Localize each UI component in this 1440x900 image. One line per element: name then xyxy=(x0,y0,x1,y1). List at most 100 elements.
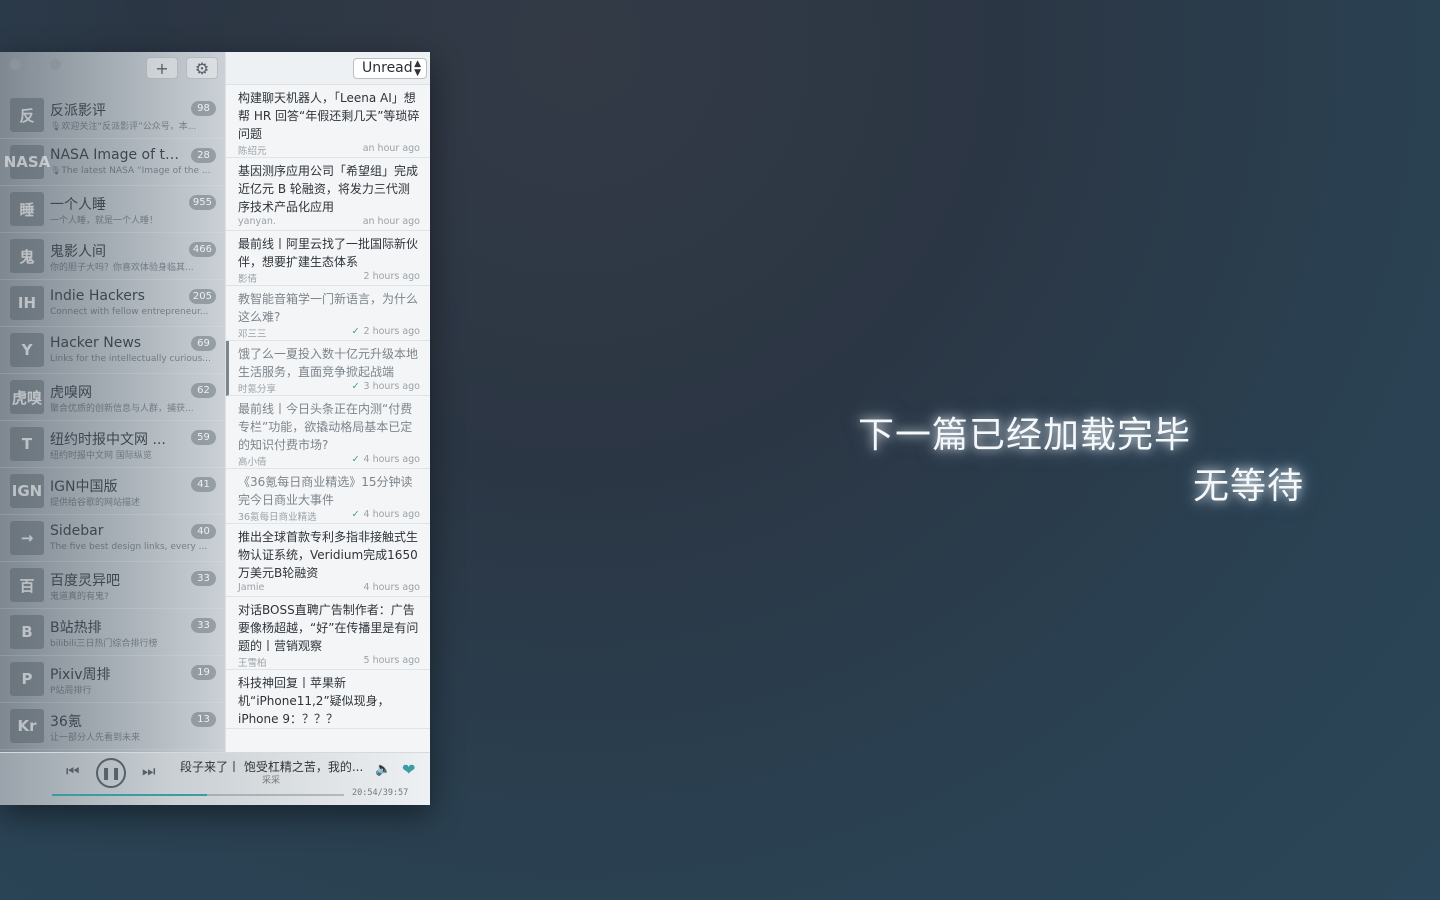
feed-title: Sidebar xyxy=(50,523,104,539)
article-title: 《36氪每日商业精选》15分钟读完今日商业大事件 xyxy=(238,475,413,507)
article-author: 36氪每日商业精选 xyxy=(238,512,317,523)
article-title: 构建聊天机器人，「Leena AI」想帮 HR 回答“年假还剩几天”等琐碎问题 xyxy=(238,91,420,141)
feed-item[interactable]: T 纽约时报中文网 ... 纽约时报中文网 国际纵览 59 xyxy=(0,421,225,468)
feed-item[interactable]: 睡一个人睡 一个人睡，就是一个人睡！ 955 xyxy=(0,186,225,233)
feed-logo-icon: 睡 xyxy=(10,192,44,226)
feed-description: 提供给谷歌的网站描述 xyxy=(50,498,141,508)
reader-window: + ⚙ 反反派影评 🎙欢迎关注“反派影评”公众号，本... 98 NASA NASA I… xyxy=(0,52,430,805)
feed-title: 虎嗅网 xyxy=(50,385,92,401)
filter-select[interactable]: Unread ▲ ▼ xyxy=(353,58,427,79)
pause-button[interactable]: ❚❚ xyxy=(96,758,126,788)
feed-title: 鬼影人间 xyxy=(50,244,106,260)
article-item[interactable]: 基因测序应用公司「希望组」完成近亿元 B 轮融资，将发力三代测序技术产品化应用 y… xyxy=(226,158,430,231)
feed-description: 让一部分人先看到未来 xyxy=(50,733,141,743)
article-item[interactable]: 科技神回复丨苹果新机“iPhone11,2”疑似现身，iPhone 9：？？？ xyxy=(226,670,430,729)
feed-title: 反派影评 xyxy=(50,103,106,119)
unread-count-badge: 33 xyxy=(191,618,216,633)
article-item[interactable]: 饿了么一夏投入数十亿元升级本地生活服务，直面竞争掀起战端 时氪分享 ✓ 3 hours… xyxy=(226,341,430,396)
close-window-button[interactable] xyxy=(10,59,21,70)
article-item[interactable]: 构建聊天机器人，「Leena AI」想帮 HR 回答“年假还剩几天”等琐碎问题陈… xyxy=(226,85,430,158)
feed-item[interactable]: 鬼鬼影人间 你的胆子大吗？你喜欢体验身临其... 466 xyxy=(0,233,225,280)
volume-icon[interactable]: 🔈 xyxy=(375,762,391,777)
tagline-line-1: 下一篇已经加载完毕 xyxy=(858,415,1192,456)
feed-logo-icon: NASA xyxy=(4,145,50,179)
feed-logo-icon: 虎嗅 xyxy=(10,380,44,414)
filter-select-value: Unread xyxy=(362,60,413,76)
feed-description: P站周排行 xyxy=(50,686,92,696)
unread-count-badge: 59 xyxy=(191,430,216,445)
feed-item[interactable]: IH Indie Hackers Connect with fellow entre… xyxy=(0,280,225,327)
settings-button[interactable]: ⚙ xyxy=(186,57,218,79)
article-item[interactable]: 《36氪每日商业精选》15分钟读完今日商业大事件 36氪每日商业精选 ✓ 4 hour… xyxy=(226,469,430,524)
unread-count-badge: 28 xyxy=(191,148,216,163)
feed-item[interactable]: 百百度灵异吧 鬼道真的有鬼? 33 xyxy=(0,562,225,609)
feed-logo-icon: 鬼 xyxy=(10,239,44,273)
feed-logo-icon: 百 xyxy=(10,568,44,602)
article-time: 3 hours ago xyxy=(363,381,420,392)
feed-item[interactable]: Kr 36氪 让一部分人先看到未来 13 xyxy=(0,703,225,750)
feed-item[interactable]: B B站热排 bilibili三日热门综合排行榜 33 xyxy=(0,609,225,656)
feed-logo-icon: B xyxy=(10,615,44,649)
feed-title: Hacker News xyxy=(50,335,142,351)
feed-title: B站热排 xyxy=(50,620,102,636)
feed-description: bilibili三日热门综合排行榜 xyxy=(50,639,158,649)
feed-logo-icon: IH xyxy=(10,286,44,320)
feed-item[interactable]: NASA NASA Image of th... 🎙The latest NASA … xyxy=(0,139,225,186)
article-list-header: Unread ▲ ▼ xyxy=(226,52,430,85)
audio-player: ⏮ ❚❚ ⏭ 段子来了丨 饱受杠精之苦，我的... 采采 🔈 ❤ 20:54/3… xyxy=(0,752,430,805)
minimize-window-button[interactable] xyxy=(30,59,41,70)
feed-item[interactable]: IGN IGN中国版 提供给谷歌的网站描述 41 xyxy=(0,468,225,515)
plus-icon: + xyxy=(155,58,169,78)
feed-title: IGN中国版 xyxy=(50,479,118,495)
unread-count-badge: 40 xyxy=(191,524,216,539)
unread-count-badge: 69 xyxy=(191,336,216,351)
feed-logo-icon: Kr xyxy=(10,709,44,743)
article-title: 推出全球首款专利多指非接触式生物认证系统，Veridium完成1650万美元B轮… xyxy=(238,530,419,580)
feed-item[interactable]: → Sidebar The five best design links, ever… xyxy=(0,515,225,562)
add-feed-button[interactable]: + xyxy=(146,57,178,79)
zoom-window-button[interactable] xyxy=(50,59,61,70)
article-item[interactable]: 对话BOSS直聘广告制作者：广告要像杨超越，“好”在传播里是有问题的丨营销观察王… xyxy=(226,597,430,670)
progress-track[interactable] xyxy=(52,794,344,796)
playback-timer: 20:54/39:57 xyxy=(352,788,409,798)
article-author: 邓三三 xyxy=(238,329,267,340)
article-item[interactable]: 教智能音箱学一门新语言，为什么这么难? 邓三三 ✓ 2 hours ago xyxy=(226,286,430,341)
article-time: 4 hours ago xyxy=(363,454,420,465)
feed-description: 你的胆子大吗？你喜欢体验身临其... xyxy=(50,263,194,273)
article-title: 对话BOSS直聘广告制作者：广告要像杨超越，“好”在传播里是有问题的丨营销观察 xyxy=(238,603,419,653)
feed-description: 🎙欢迎关注“反派影评”公众号，本... xyxy=(50,122,197,132)
article-item[interactable]: 最前线丨今日头条正在内测“付费专栏”功能，欲撬动格局基本已定的知识付费市场? 高小… xyxy=(226,396,430,469)
progress-fill xyxy=(52,794,207,796)
article-time: an hour ago xyxy=(362,143,420,154)
article-time: 2 hours ago xyxy=(363,271,420,282)
feed-logo-icon: 反 xyxy=(10,98,44,132)
article-time: 5 hours ago xyxy=(363,655,420,666)
feed-item[interactable]: 反反派影评 🎙欢迎关注“反派影评”公众号，本... 98 xyxy=(0,92,225,139)
article-item[interactable]: 推出全球首款专利多指非接触式生物认证系统，Veridium完成1650万美元B轮… xyxy=(226,524,430,597)
feed-item[interactable]: Y Hacker News Links for the intellectually… xyxy=(0,327,225,374)
favorite-heart-icon[interactable]: ❤ xyxy=(402,760,415,779)
article-author: Jamie xyxy=(238,582,265,593)
feed-list: 反反派影评 🎙欢迎关注“反派影评”公众号，本... 98 NASA NASA Image… xyxy=(0,92,225,750)
article-author: yanyan. xyxy=(238,216,276,227)
article-title: 最前线丨阿里云找了一批国际新伙伴，想要扩建生态体系 xyxy=(238,237,419,269)
next-track-icon[interactable]: ⏭ xyxy=(142,762,156,780)
read-check-icon: ✓ xyxy=(351,326,360,337)
article-title: 基因测序应用公司「希望组」完成近亿元 B 轮融资，将发力三代测序技术产品化应用 xyxy=(238,164,419,214)
unread-count-badge: 205 xyxy=(188,289,216,304)
feed-title: 纽约时报中文网 ... xyxy=(50,432,166,448)
previous-track-icon[interactable]: ⏮ xyxy=(66,762,80,780)
article-item[interactable]: 最前线丨阿里云找了一批国际新伙伴，想要扩建生态体系 影倩 2 hours ago xyxy=(226,231,430,286)
feed-sidebar: + ⚙ 反反派影评 🎙欢迎关注“反派影评”公众号，本... 98 NASA NASA I… xyxy=(0,52,225,805)
feed-logo-icon: Y xyxy=(10,333,44,367)
feed-description: Connect with fellow entrepreneur... xyxy=(50,307,209,317)
unread-count-badge: 41 xyxy=(191,477,216,492)
read-check-icon: ✓ xyxy=(351,454,360,465)
feed-item[interactable]: P Pixiv周排 P站周排行 19 xyxy=(0,656,225,703)
article-author: 陈绍元 xyxy=(238,146,267,157)
read-check-icon: ✓ xyxy=(351,509,360,520)
unread-count-badge: 98 xyxy=(191,101,216,116)
article-time: 4 hours ago xyxy=(363,582,420,593)
feed-item[interactable]: 虎嗅 虎嗅网 聚合优质的创新信息与人群，捕获... 62 xyxy=(0,374,225,421)
select-arrows-icon: ▲ ▼ xyxy=(414,59,421,78)
